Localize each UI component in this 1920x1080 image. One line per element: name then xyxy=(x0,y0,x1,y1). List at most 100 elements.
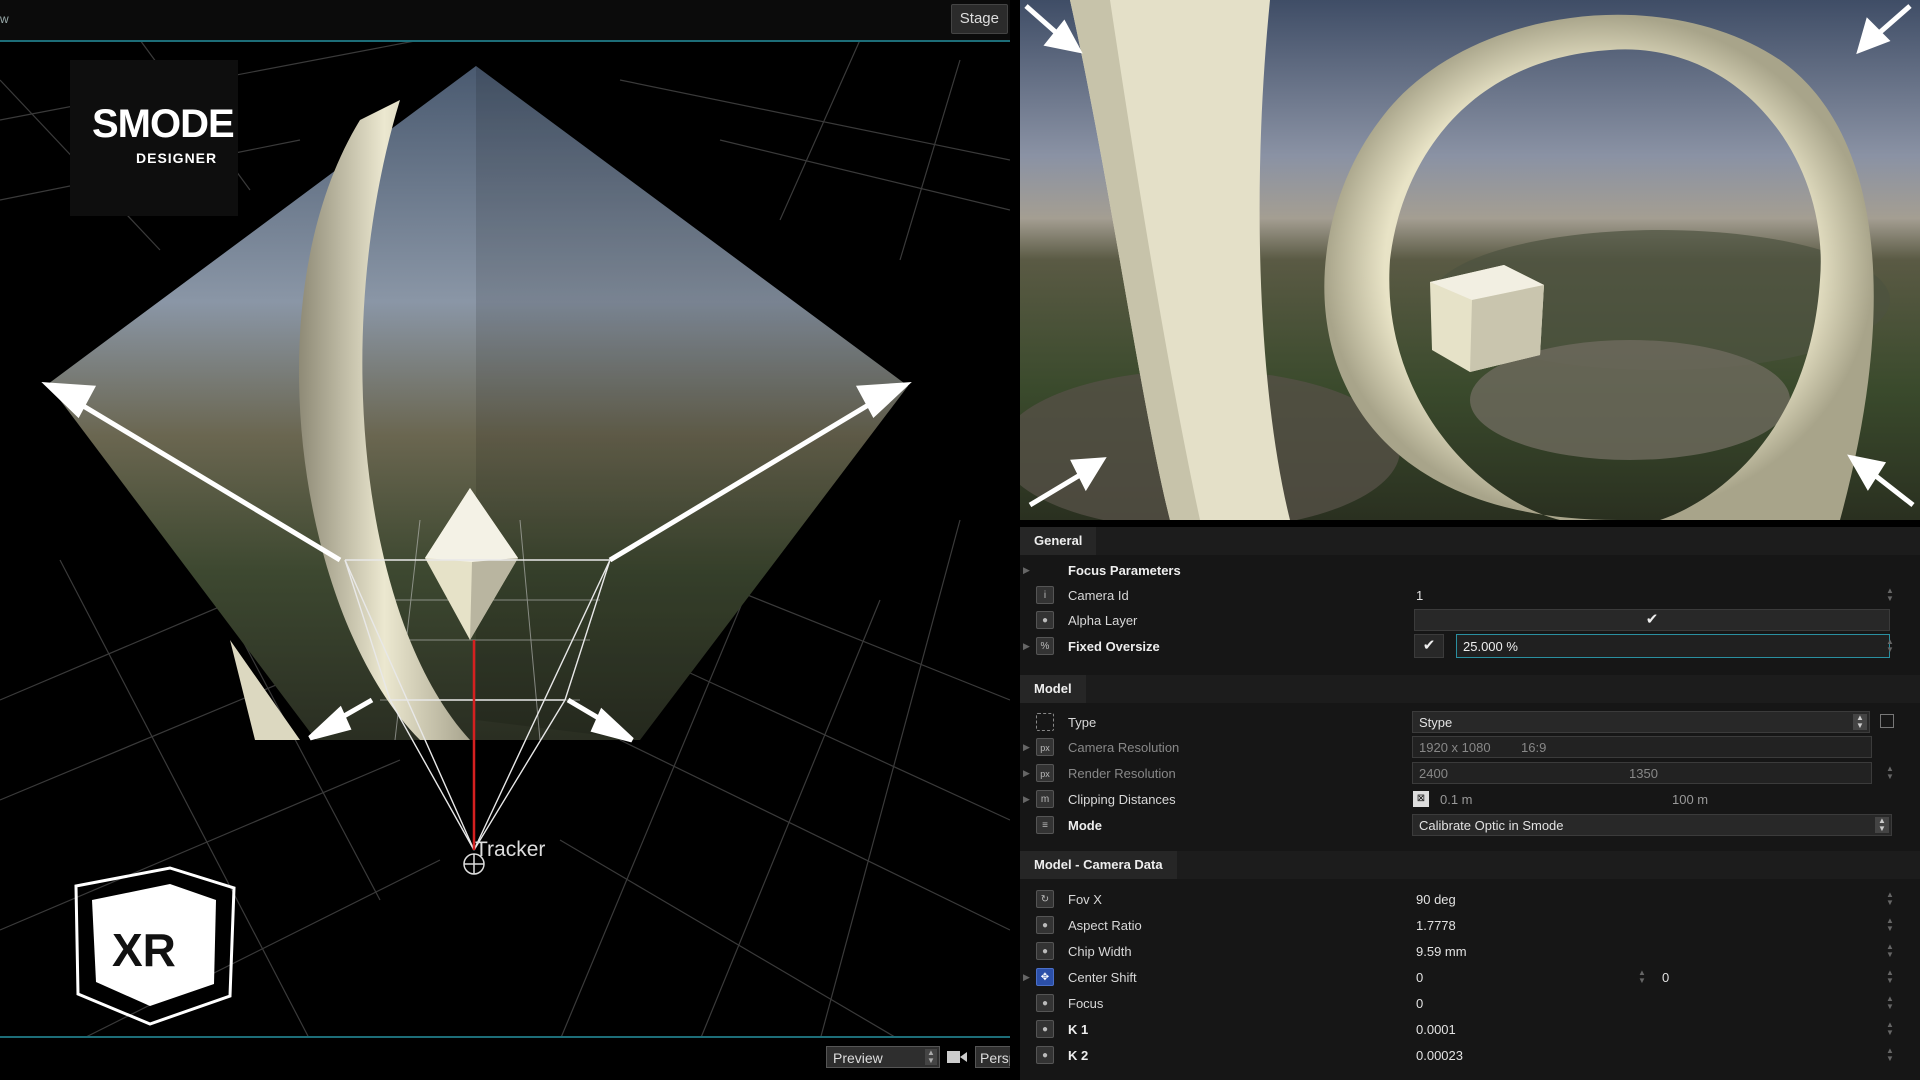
mode-value: Calibrate Optic in Smode xyxy=(1419,818,1564,833)
type-value: Stype xyxy=(1419,715,1453,730)
expand-arrow-icon[interactable]: ▶ xyxy=(1023,972,1030,983)
dot-icon: ● xyxy=(1036,916,1054,934)
stage-viewport[interactable]: w Stage SMODE DESIGNER Tracker XR Previe… xyxy=(0,0,1010,1080)
center-shift-label: Center Shift xyxy=(1068,970,1137,985)
camera-resolution-ratio: 16:9 xyxy=(1521,740,1547,755)
center-shift-x-value[interactable]: 0 xyxy=(1416,970,1423,985)
center-shift-y-value[interactable]: 0 xyxy=(1662,970,1669,985)
row-type: Type Stype ▲ ▼ xyxy=(1020,710,1900,735)
dot-icon: ● xyxy=(1036,994,1054,1012)
meter-icon: m xyxy=(1036,790,1054,808)
row-focus: ● Focus 0 ▲ ▼ xyxy=(1020,991,1900,1016)
preview-dropdown[interactable]: Preview ▲ ▼ xyxy=(826,1046,940,1068)
expand-arrow-icon[interactable]: ▶ xyxy=(1023,641,1030,652)
render-resolution-label: Render Resolution xyxy=(1068,766,1176,781)
spinner-icon[interactable]: ▲ ▼ xyxy=(1886,587,1894,603)
percent-icon: % xyxy=(1036,637,1054,655)
dot-icon: ● xyxy=(1036,942,1054,960)
dot-icon: ● xyxy=(1036,611,1054,629)
row-k2: ● K 2 0.00023 ▲ ▼ xyxy=(1020,1043,1900,1068)
info-icon: i xyxy=(1036,586,1054,604)
fixed-oversize-input[interactable]: 25.000 % xyxy=(1456,634,1890,658)
camera-resolution-value: 1920 x 1080 xyxy=(1419,740,1491,755)
focus-value[interactable]: 0 xyxy=(1416,996,1423,1011)
section-camera-data: Model - Camera Data xyxy=(1020,851,1920,879)
spinner-icon[interactable]: ▲ ▼ xyxy=(1886,995,1894,1011)
aspect-ratio-value[interactable]: 1.7778 xyxy=(1416,918,1456,933)
viewport-topbar: w Stage xyxy=(0,0,1010,42)
logo-sub: DESIGNER xyxy=(136,150,218,166)
render-resolution-width: 2400 xyxy=(1419,766,1448,781)
render-resolution-height: 1350 xyxy=(1629,766,1658,781)
spinner-icon[interactable]: ▲ ▼ xyxy=(1886,765,1894,781)
row-center-shift: ▶ ✥ Center Shift 0 ▲ ▼ 0 ▲ ▼ xyxy=(1020,965,1900,990)
camera-output-view xyxy=(1020,0,1920,520)
list-icon[interactable] xyxy=(1880,714,1894,728)
k1-value[interactable]: 0.0001 xyxy=(1416,1022,1456,1037)
perspective-dropdown[interactable]: Persp xyxy=(975,1046,1010,1068)
expand-arrow-icon[interactable]: ▶ xyxy=(1023,768,1030,779)
clipping-near-value[interactable]: 0.1 m xyxy=(1440,792,1473,807)
type-dropdown[interactable]: Stype ▲ ▼ xyxy=(1412,711,1870,733)
type-icon xyxy=(1036,713,1054,731)
row-k1: ● K 1 0.0001 ▲ ▼ xyxy=(1020,1017,1900,1042)
row-aspect-ratio: ● Aspect Ratio 1.7778 ▲ ▼ xyxy=(1020,913,1900,938)
focus-label: Focus xyxy=(1068,996,1104,1011)
spinner-icon[interactable]: ▲ ▼ xyxy=(1886,943,1894,959)
dot-icon: ● xyxy=(1036,1046,1054,1064)
fovx-value[interactable]: 90 deg xyxy=(1416,892,1456,907)
spinner-icon[interactable]: ▲ ▼ xyxy=(1886,891,1894,907)
spinner-icon[interactable]: ▲ ▼ xyxy=(1886,969,1894,985)
row-clipping-distances: ▶ m Clipping Distances ⊠ 0.1 m 100 m xyxy=(1020,787,1900,812)
row-camera-resolution: ▶ px Camera Resolution 1920 x 1080 16:9 xyxy=(1020,735,1900,760)
camera-scene xyxy=(1020,0,1920,520)
stage-button[interactable]: Stage xyxy=(950,4,1008,34)
section-general-title: General xyxy=(1020,527,1097,555)
k1-label: K 1 xyxy=(1068,1022,1089,1037)
spinner-icon[interactable]: ▲ ▼ xyxy=(1886,1047,1894,1063)
mode-dropdown[interactable]: Calibrate Optic in Smode ▲ ▼ xyxy=(1412,814,1892,836)
k2-label: K 2 xyxy=(1068,1048,1089,1063)
dropdown-arrows-icon: ▲ ▼ xyxy=(1875,817,1889,833)
fixed-oversize-value: 25.000 % xyxy=(1463,639,1518,654)
angle-icon: ↻ xyxy=(1036,890,1054,908)
xr-badge: XR xyxy=(70,866,240,1031)
section-general: General xyxy=(1020,527,1920,555)
row-fixed-oversize: ▶ % Fixed Oversize ✔ 25.000 % ▲ ▼ xyxy=(1020,634,1900,659)
row-fovx: ↻ Fov X 90 deg ▲ ▼ xyxy=(1020,887,1900,912)
dropdown-arrows-icon: ▲ ▼ xyxy=(1853,714,1867,730)
fixed-oversize-checkbox[interactable]: ✔ xyxy=(1414,634,1444,658)
chip-width-value[interactable]: 9.59 mm xyxy=(1416,944,1467,959)
row-mode: ≡ Mode Calibrate Optic in Smode ▲ ▼ xyxy=(1020,813,1900,838)
section-model: Model xyxy=(1020,675,1920,703)
spinner-icon[interactable]: ▲ ▼ xyxy=(1886,917,1894,933)
expand-arrow-icon[interactable]: ▶ xyxy=(1023,794,1030,805)
spinner-icon[interactable]: ▲ ▼ xyxy=(1886,1021,1894,1037)
render-resolution-field: 2400 1350 xyxy=(1412,762,1872,784)
px-icon: px xyxy=(1036,764,1054,782)
xr-text: XR xyxy=(112,924,176,976)
tracker-label: Tracker xyxy=(475,838,546,861)
expand-arrow-icon[interactable]: ▶ xyxy=(1023,565,1030,576)
clipping-distances-label: Clipping Distances xyxy=(1068,792,1176,807)
mode-label: Mode xyxy=(1068,818,1102,833)
row-alpha-layer: ● Alpha Layer ✔ xyxy=(1020,608,1900,633)
expand-arrow-icon[interactable]: ▶ xyxy=(1023,742,1030,753)
row-camera-id: i Camera Id 1 ▲ ▼ xyxy=(1020,583,1900,608)
viewport-title: w xyxy=(0,12,9,26)
row-focus-parameters[interactable]: ▶ Focus Parameters xyxy=(1020,558,1900,583)
row-chip-width: ● Chip Width 9.59 mm ▲ ▼ xyxy=(1020,939,1900,964)
camera-id-value[interactable]: 1 xyxy=(1416,588,1423,603)
preview-label: Preview xyxy=(833,1050,883,1066)
k2-value[interactable]: 0.00023 xyxy=(1416,1048,1463,1063)
section-camera-data-title: Model - Camera Data xyxy=(1020,851,1177,879)
camera-id-label: Camera Id xyxy=(1068,588,1129,603)
camera-resolution-label: Camera Resolution xyxy=(1068,740,1180,755)
clipping-far-value[interactable]: 100 m xyxy=(1672,792,1708,807)
px-icon: px xyxy=(1036,738,1054,756)
camera-icon[interactable] xyxy=(946,1049,968,1065)
spinner-icon[interactable]: ▲ ▼ xyxy=(1886,638,1894,654)
spinner-icon[interactable]: ▲ ▼ xyxy=(1638,969,1646,985)
alpha-layer-checkbox[interactable]: ✔ xyxy=(1414,609,1890,631)
clipping-icon[interactable]: ⊠ xyxy=(1413,791,1429,807)
